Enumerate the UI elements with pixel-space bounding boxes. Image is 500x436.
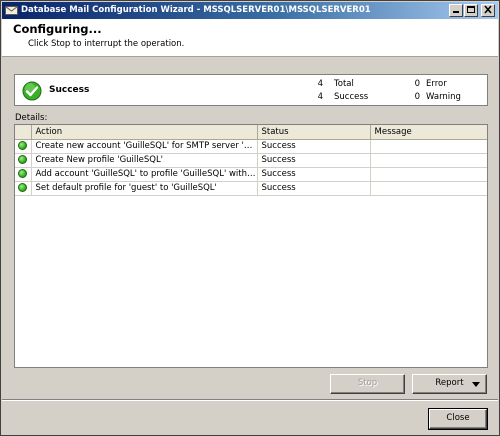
database-mail-icon — [5, 6, 18, 15]
stop-button[interactable]: Stop — [330, 374, 405, 394]
close-button-label: Close — [446, 413, 470, 423]
message-column-header[interactable]: Message — [370, 125, 487, 140]
wizard-header: Configuring... Click Stop to interrupt t… — [2, 19, 498, 57]
status-cell: Success — [257, 153, 371, 168]
success-dot-icon — [18, 183, 27, 192]
close-icon — [484, 5, 492, 14]
close-button[interactable]: Close — [428, 408, 488, 430]
action-column-header[interactable]: Action — [31, 125, 258, 140]
message-cell — [370, 181, 487, 196]
message-cell — [370, 167, 487, 182]
summary-panel: Success 4 Total 4 Success 0 Error 0 Warn… — [14, 74, 488, 106]
table-row[interactable]: Create new account 'GuilleSQL' for SMTP … — [15, 139, 487, 154]
total-count: 4 — [317, 79, 323, 89]
status-cell: Success — [257, 139, 371, 154]
row-status-cell — [15, 181, 32, 196]
grid-header-row: Action Status Message — [15, 125, 487, 140]
status-cell: Success — [257, 181, 371, 196]
success-check-icon — [22, 81, 42, 101]
message-cell — [370, 153, 487, 168]
table-row[interactable]: Create New profile 'GuilleSQL' Success — [15, 153, 487, 168]
page-subtitle: Click Stop to interrupt the operation. — [28, 39, 185, 49]
warning-count: 0 — [414, 92, 420, 102]
report-button-label: Report — [435, 378, 464, 388]
message-cell — [370, 139, 487, 154]
minimize-icon — [453, 11, 459, 13]
action-cell: Create New profile 'GuilleSQL' — [31, 153, 258, 168]
overall-status: Success — [49, 85, 90, 95]
table-row[interactable]: Add account 'GuilleSQL' to profile 'Guil… — [15, 167, 487, 182]
maximize-icon — [467, 6, 475, 13]
error-count: 0 — [414, 79, 420, 89]
icon-column-header — [15, 125, 32, 140]
wizard-window: Database Mail Configuration Wizard - MSS… — [0, 0, 500, 436]
action-cell: Add account 'GuilleSQL' to profile 'Guil… — [31, 167, 258, 182]
action-cell: Create new account 'GuilleSQL' for SMTP … — [31, 139, 258, 154]
footer-separator — [2, 399, 498, 401]
minimize-button[interactable] — [449, 4, 463, 17]
window-title: Database Mail Configuration Wizard - MSS… — [21, 5, 371, 15]
success-dot-icon — [18, 169, 27, 178]
status-cell: Success — [257, 167, 371, 182]
row-status-cell — [15, 167, 32, 182]
status-column-header[interactable]: Status — [257, 125, 371, 140]
dropdown-arrow-icon — [472, 382, 480, 387]
details-label: Details: — [15, 113, 48, 123]
page-title: Configuring... — [13, 22, 102, 36]
action-cell: Set default profile for 'guest' to 'Guil… — [31, 181, 258, 196]
stop-button-label: Stop — [357, 378, 378, 388]
maximize-button[interactable] — [464, 4, 478, 17]
details-grid[interactable]: Action Status Message Create new account… — [14, 124, 488, 368]
success-count: 4 — [317, 92, 323, 102]
success-label: Success — [334, 92, 369, 102]
success-dot-icon — [18, 155, 27, 164]
error-label: Error — [426, 79, 447, 89]
row-status-cell — [15, 153, 32, 168]
row-status-cell — [15, 139, 32, 154]
warning-label: Warning — [426, 92, 461, 102]
close-window-button[interactable] — [481, 4, 495, 17]
title-bar[interactable]: Database Mail Configuration Wizard - MSS… — [2, 2, 498, 19]
report-button[interactable]: Report — [412, 374, 487, 394]
total-label: Total — [334, 79, 354, 89]
success-dot-icon — [18, 141, 27, 150]
table-row[interactable]: Set default profile for 'guest' to 'Guil… — [15, 181, 487, 196]
